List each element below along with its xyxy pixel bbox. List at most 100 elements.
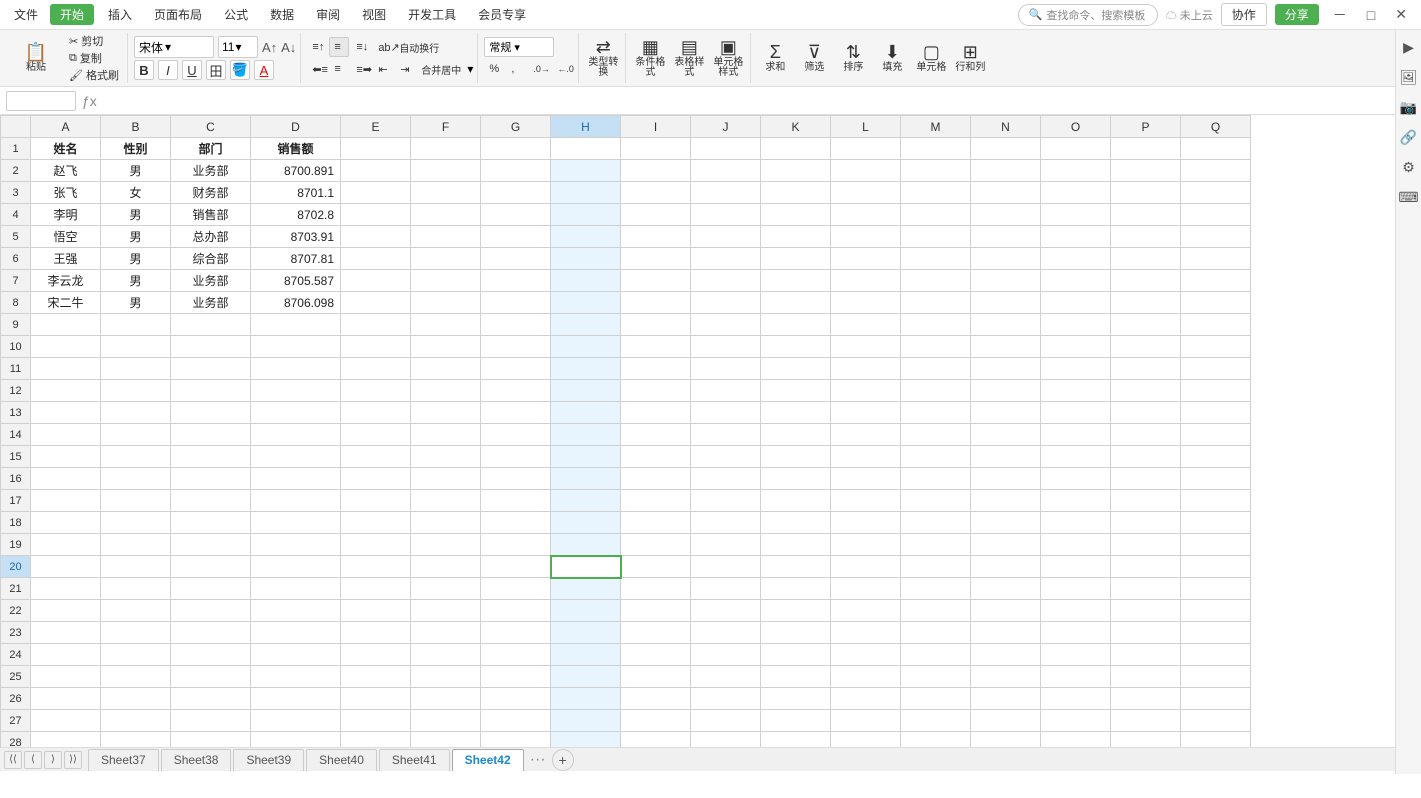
cell-D2[interactable]: 8700.891: [251, 160, 341, 182]
font-increase-btn[interactable]: A↑: [262, 40, 277, 55]
cell-A13[interactable]: [31, 402, 101, 424]
cell-H18[interactable]: [551, 512, 621, 534]
font-name-selector[interactable]: 宋体 ▾: [134, 36, 214, 58]
cell-P26[interactable]: [1111, 688, 1181, 710]
cell-E22[interactable]: [341, 600, 411, 622]
cell-J12[interactable]: [691, 380, 761, 402]
cell-O17[interactable]: [1041, 490, 1111, 512]
cell-C23[interactable]: [171, 622, 251, 644]
cell-H5[interactable]: [551, 226, 621, 248]
cell-K10[interactable]: [761, 336, 831, 358]
cell-A21[interactable]: [31, 578, 101, 600]
cell-I17[interactable]: [621, 490, 691, 512]
sidebar-settings-icon[interactable]: ⚙: [1398, 156, 1420, 178]
cell-D3[interactable]: 8701.1: [251, 182, 341, 204]
cell-A23[interactable]: [31, 622, 101, 644]
col-header-m[interactable]: M: [901, 116, 971, 138]
cell-E13[interactable]: [341, 402, 411, 424]
cooperate-button[interactable]: 协作: [1221, 3, 1267, 26]
cell-D17[interactable]: [251, 490, 341, 512]
cell-F4[interactable]: [411, 204, 481, 226]
cell-P23[interactable]: [1111, 622, 1181, 644]
align-left-btn[interactable]: ⬅≡: [307, 59, 327, 79]
review-menu[interactable]: 审阅: [308, 4, 348, 25]
cell-K20[interactable]: [761, 556, 831, 578]
cell-J1[interactable]: [691, 138, 761, 160]
cell-L10[interactable]: [831, 336, 901, 358]
wrap-text-btn[interactable]: 自动换行: [395, 37, 443, 57]
cell-Q7[interactable]: [1181, 270, 1251, 292]
cell-B21[interactable]: [101, 578, 171, 600]
cell-B22[interactable]: [101, 600, 171, 622]
cell-D26[interactable]: [251, 688, 341, 710]
cell-Q17[interactable]: [1181, 490, 1251, 512]
cell-I10[interactable]: [621, 336, 691, 358]
cell-L5[interactable]: [831, 226, 901, 248]
cell-K1[interactable]: [761, 138, 831, 160]
cell-M16[interactable]: [901, 468, 971, 490]
cell-C25[interactable]: [171, 666, 251, 688]
cell-N9[interactable]: [971, 314, 1041, 336]
cell-A22[interactable]: [31, 600, 101, 622]
cell-L23[interactable]: [831, 622, 901, 644]
cell-M18[interactable]: [901, 512, 971, 534]
cell-O5[interactable]: [1041, 226, 1111, 248]
cell-Q8[interactable]: [1181, 292, 1251, 314]
cell-I15[interactable]: [621, 446, 691, 468]
cell-J5[interactable]: [691, 226, 761, 248]
cell-F27[interactable]: [411, 710, 481, 732]
cell-H23[interactable]: [551, 622, 621, 644]
cell-A8[interactable]: 宋二牛: [31, 292, 101, 314]
cell-N3[interactable]: [971, 182, 1041, 204]
cell-E9[interactable]: [341, 314, 411, 336]
cell-A5[interactable]: 悟空: [31, 226, 101, 248]
cell-Q4[interactable]: [1181, 204, 1251, 226]
cell-H6[interactable]: [551, 248, 621, 270]
cell-M20[interactable]: [901, 556, 971, 578]
underline-button[interactable]: U: [182, 60, 202, 80]
cell-G12[interactable]: [481, 380, 551, 402]
col-header-b[interactable]: B: [101, 116, 171, 138]
cell-Q18[interactable]: [1181, 512, 1251, 534]
cell-N20[interactable]: [971, 556, 1041, 578]
cell-G21[interactable]: [481, 578, 551, 600]
cell-B18[interactable]: [101, 512, 171, 534]
cell-P9[interactable]: [1111, 314, 1181, 336]
cell-F7[interactable]: [411, 270, 481, 292]
cell-A11[interactable]: [31, 358, 101, 380]
filter-button[interactable]: ⊽ 筛选: [796, 36, 832, 80]
cell-Q1[interactable]: [1181, 138, 1251, 160]
cell-C7[interactable]: 业务部: [171, 270, 251, 292]
cell-C3[interactable]: 财务部: [171, 182, 251, 204]
cell-B14[interactable]: [101, 424, 171, 446]
cell-I4[interactable]: [621, 204, 691, 226]
insert-menu[interactable]: 插入: [100, 4, 140, 25]
cell-D5[interactable]: 8703.91: [251, 226, 341, 248]
cell-K13[interactable]: [761, 402, 831, 424]
sidebar-link-icon[interactable]: 🔗: [1398, 126, 1420, 148]
layout-menu[interactable]: 页面布局: [146, 4, 210, 25]
cell-Q25[interactable]: [1181, 666, 1251, 688]
col-header-g[interactable]: G: [481, 116, 551, 138]
cell-F1[interactable]: [411, 138, 481, 160]
cell-G26[interactable]: [481, 688, 551, 710]
cell-N25[interactable]: [971, 666, 1041, 688]
cell-C4[interactable]: 销售部: [171, 204, 251, 226]
cell-M11[interactable]: [901, 358, 971, 380]
cell-O24[interactable]: [1041, 644, 1111, 666]
cell-O3[interactable]: [1041, 182, 1111, 204]
cell-G22[interactable]: [481, 600, 551, 622]
cell-P22[interactable]: [1111, 600, 1181, 622]
cell-D10[interactable]: [251, 336, 341, 358]
cell-G27[interactable]: [481, 710, 551, 732]
cell-H4[interactable]: [551, 204, 621, 226]
cell-I9[interactable]: [621, 314, 691, 336]
cell-E12[interactable]: [341, 380, 411, 402]
row-num-4[interactable]: 4: [1, 204, 31, 226]
cell-P4[interactable]: [1111, 204, 1181, 226]
cell-H24[interactable]: [551, 644, 621, 666]
cell-I28[interactable]: [621, 732, 691, 748]
cell-M25[interactable]: [901, 666, 971, 688]
cell-B20[interactable]: [101, 556, 171, 578]
cell-Q2[interactable]: [1181, 160, 1251, 182]
